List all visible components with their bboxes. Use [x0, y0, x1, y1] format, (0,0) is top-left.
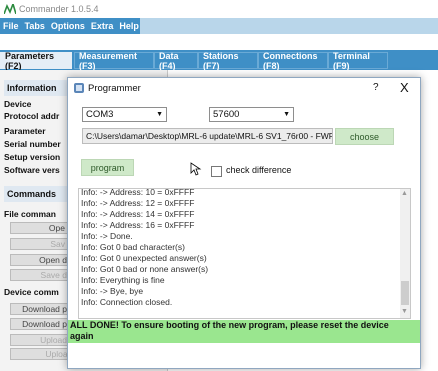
commander-logo-icon	[4, 4, 16, 14]
menu-extra[interactable]: Extra	[88, 21, 117, 31]
menu-file[interactable]: File	[0, 21, 22, 31]
log-line: Info: -> Address: 16 = 0xFFFF	[81, 220, 195, 230]
log-line: Info: Connection closed.	[81, 297, 173, 307]
log-line: Info: -> Done.	[81, 231, 133, 241]
device-commands-label: Device comm	[4, 287, 59, 297]
close-icon[interactable]: X	[400, 80, 409, 95]
download-program-button[interactable]: Download p	[10, 318, 70, 330]
log-line: Info: Got 0 unexpected answer(s)	[81, 253, 207, 263]
baud-select[interactable]: 57600 ▼	[209, 107, 294, 122]
port-dropdown-icon: ▼	[156, 111, 163, 118]
open-button[interactable]: Ope	[10, 222, 70, 234]
info-label-serial: Serial number	[4, 139, 61, 149]
programmer-log[interactable]: Info: -> Address: 10 = 0xFFFF Info: -> A…	[78, 188, 411, 319]
log-line: Info: Got 0 bad character(s)	[81, 242, 185, 252]
log-line: Info: Got 0 bad or none answer(s)	[81, 264, 209, 274]
open-device-button[interactable]: Open d	[10, 254, 70, 266]
baud-select-value: 57600	[213, 109, 240, 120]
log-line: Info: -> Address: 12 = 0xFFFF	[81, 198, 195, 208]
tab-terminal[interactable]: Terminal (F9)	[328, 51, 388, 71]
save-device-button[interactable]: Save d	[10, 269, 70, 281]
menu-tabs[interactable]: Tabs	[22, 21, 48, 31]
port-select[interactable]: COM3 ▼	[82, 107, 167, 122]
tab-measurement[interactable]: Measurement (F3)	[74, 51, 154, 71]
upload-button[interactable]: Upload	[10, 334, 70, 346]
tab-stations[interactable]: Stations (F7)	[198, 51, 258, 71]
check-difference-checkbox[interactable]	[211, 166, 222, 177]
menu-bar: File Tabs Options Extra Help	[0, 18, 438, 34]
program-button[interactable]: program	[81, 159, 134, 176]
app-title: Commander 1.0.5.4	[19, 4, 99, 14]
mouse-cursor-icon	[190, 162, 202, 176]
log-line: Info: Everything is fine	[81, 275, 165, 285]
scroll-thumb[interactable]	[401, 281, 409, 305]
tab-parameters[interactable]: Parameters (F2)	[0, 51, 72, 71]
app-titlebar: Commander 1.0.5.4	[0, 0, 438, 18]
log-scrollbar[interactable]: ▲ ▼	[400, 189, 410, 318]
dialog-titlebar: Programmer ? X	[68, 78, 420, 100]
done-message-line-2: again	[70, 331, 94, 341]
file-commands-label: File comman	[4, 209, 56, 219]
status-done-banner: ALL DONE! To ensure booting of the new p…	[68, 320, 420, 343]
menu-help[interactable]: Help	[116, 21, 142, 31]
info-label-setup: Setup version	[4, 152, 61, 162]
hex-file-path-field[interactable]: C:\Users\damar\Desktop\MRL-6 update\MRL-…	[82, 128, 333, 144]
check-difference-label: check difference	[226, 165, 292, 175]
done-message-line-1: ALL DONE! To ensure booting of the new p…	[70, 320, 389, 330]
choose-button[interactable]: choose	[335, 128, 394, 145]
scroll-up-icon[interactable]: ▲	[401, 190, 408, 197]
dialog-title: Programmer	[88, 83, 141, 94]
menu-bar-filler	[140, 18, 438, 34]
info-label-device: Device	[4, 99, 32, 109]
programmer-icon	[74, 83, 84, 93]
tab-data[interactable]: Data (F4)	[154, 51, 198, 71]
log-line: Info: -> Address: 10 = 0xFFFF	[81, 188, 195, 197]
download-parameters-button[interactable]: Download p	[10, 303, 70, 315]
menu-options[interactable]: Options	[48, 21, 88, 31]
info-label-protocol: Protocol addr	[4, 111, 60, 121]
info-label-parameter: Parameter	[4, 126, 46, 136]
programmer-dialog: Programmer ? X COM3 ▼ 57600 ▼ C:\Users\d…	[67, 77, 421, 369]
tab-connections[interactable]: Connections (F8)	[258, 51, 328, 71]
log-line: Info: -> Bye, bye	[81, 286, 144, 296]
scroll-down-icon[interactable]: ▼	[401, 308, 408, 315]
save-button[interactable]: Sav	[10, 238, 70, 250]
port-select-value: COM3	[86, 109, 114, 120]
log-line: Info: -> Address: 14 = 0xFFFF	[81, 209, 195, 219]
help-icon[interactable]: ?	[373, 82, 379, 93]
info-label-software: Software vers	[4, 165, 60, 175]
baud-dropdown-icon: ▼	[283, 111, 290, 118]
